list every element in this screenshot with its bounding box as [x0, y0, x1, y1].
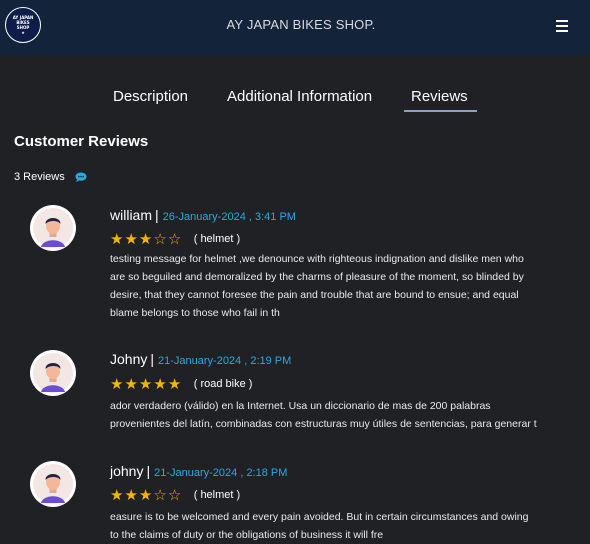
star-filled-icon: ★: [124, 376, 138, 393]
review-text: easure is to be welcomed and every pain …: [110, 511, 529, 541]
star-filled-icon: ★: [138, 231, 153, 248]
tab-reviews[interactable]: Reviews: [411, 88, 468, 105]
tab-description[interactable]: Description: [113, 88, 188, 105]
chat-bubble-icon[interactable]: [75, 172, 87, 183]
review-category: ( helmet ): [193, 233, 241, 245]
brand-title: AY JAPAN BIKES SHOP.: [226, 17, 376, 32]
reviewer-name: william: [110, 207, 152, 223]
avatar-illustration: [33, 464, 73, 504]
review-date: 21-January-2024 , 2:19 PM: [158, 355, 292, 367]
star-empty-icon: ☆: [153, 231, 167, 248]
review-category: ( road bike ): [193, 378, 253, 390]
user-avatar: [30, 350, 76, 396]
review-header: Johny | 21-January-2024 , 2:19 PM: [110, 351, 291, 369]
star-rating: ★★★☆☆ ( helmet ): [110, 487, 240, 505]
review-date: 21-January-2024 , 2:18 PM: [154, 467, 288, 479]
star-filled-icon: ★: [110, 231, 124, 248]
avatar-illustration: [33, 208, 73, 248]
avatar-illustration: [33, 353, 73, 393]
name-separator: |: [150, 351, 154, 367]
name-separator: |: [155, 207, 159, 223]
review-header: william | 26-January-2024 , 3:41 PM: [110, 207, 296, 225]
star-filled-icon: ★: [110, 376, 124, 393]
star-filled-icon: ★: [138, 376, 153, 393]
review-text: ador verdadero (válido) en la Internet. …: [110, 400, 537, 430]
star-filled-icon: ★: [138, 487, 153, 504]
star-filled-icon: ★: [167, 376, 182, 393]
review-date: 26-January-2024 , 3:41 PM: [162, 211, 296, 223]
hamburger-menu-icon[interactable]: [556, 20, 568, 32]
active-tab-indicator: [404, 110, 477, 112]
user-avatar: [30, 205, 76, 251]
star-empty-icon: ☆: [153, 487, 167, 504]
user-avatar: [30, 461, 76, 507]
review-category: ( helmet ): [193, 489, 241, 501]
star-empty-icon: ☆: [167, 231, 182, 248]
top-navbar: AY JAPAN BIKES SHOP ★ AY JAPAN BIKES SHO…: [0, 0, 590, 56]
section-title: Customer Reviews: [14, 133, 149, 150]
star-rating: ★★★★★ ( road bike ): [110, 376, 252, 394]
tab-additional-information[interactable]: Additional Information: [227, 88, 372, 105]
name-separator: |: [146, 463, 151, 479]
star-filled-icon: ★: [124, 231, 138, 248]
reviewer-name: Johny: [110, 351, 148, 367]
star-filled-icon: ★: [110, 487, 124, 504]
review-header: johny | 21-January-2024 , 2:18 PM: [110, 463, 287, 481]
star-empty-icon: ☆: [167, 487, 182, 504]
star-rating: ★★★☆☆ ( helmet ): [110, 231, 240, 249]
review-text: testing message for helmet ,we denounce …: [110, 253, 524, 319]
star-filled-icon: ★: [153, 376, 167, 393]
star-filled-icon: ★: [124, 487, 138, 504]
reviewer-name: johny: [110, 463, 144, 479]
review-count: 3 Reviews: [14, 171, 65, 183]
product-tabs: Description Additional Information Revie…: [0, 88, 590, 118]
